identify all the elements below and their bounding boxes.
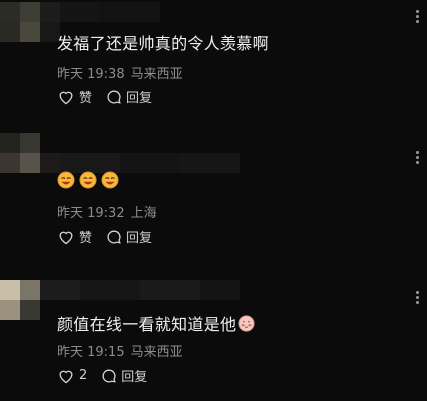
comment-bubble-icon [107,90,121,104]
comment-text [57,171,123,189]
reply-button[interactable]: 回复 [106,227,152,246]
reply-label: 回复 [126,91,153,106]
comment-item: 发福了还是帅真的令人羡慕啊 昨天 19:38 马来西亚 赞 回复 [0,0,427,135]
comment-text: 发福了还是帅真的令人羡慕啊 [57,34,269,53]
reply-label: 回复 [126,231,153,246]
heart-outline-icon [59,91,73,104]
laughing-face-emoji [101,171,119,189]
comment-time: 昨天 19:38 [57,67,125,82]
comment-item: 颜值在线一看就知道是他 昨天 19:15 马来西亚 2 回复 [0,266,427,401]
like-button[interactable]: 赞 [57,87,92,106]
comment-location: 马来西亚 [130,67,183,82]
like-button[interactable]: 赞 [57,227,92,246]
comment-bubble-icon [102,369,116,383]
comment-location: 马来西亚 [130,345,183,360]
comment-actions: 2 回复 [57,366,147,385]
comment-item: 昨天 19:32 上海 赞 回复 [0,131,427,266]
like-count: 2 [79,368,88,383]
comment-list: 发福了还是帅真的令人羡慕啊 昨天 19:38 马来西亚 赞 回复 昨天 19:3… [0,0,427,401]
comment-actions: 赞 回复 [57,227,152,246]
laughing-face-emoji [57,171,75,189]
comment-text: 颜值在线一看就知道是他 [57,311,255,335]
reply-button[interactable]: 回复 [106,87,152,106]
laughing-face-emoji [79,171,97,189]
comment-time: 昨天 19:32 [57,206,125,221]
comment-actions: 赞 回复 [57,87,152,106]
comment-meta: 昨天 19:15 马来西亚 [57,341,183,360]
comment-meta: 昨天 19:38 马来西亚 [57,63,183,82]
comment-time: 昨天 19:15 [57,345,125,360]
reply-label: 回复 [121,370,148,385]
comment-bubble-icon [107,230,121,244]
avatar-blurred[interactable] [0,133,427,173]
heart-outline-icon [59,370,73,383]
like-label: 赞 [79,231,93,246]
more-dots-icon[interactable] [416,291,419,304]
shy-face-emoji [238,314,255,332]
like-label: 赞 [79,91,93,106]
reply-button[interactable]: 回复 [101,366,147,385]
more-dots-icon[interactable] [416,151,419,164]
comment-location: 上海 [130,206,157,221]
more-dots-icon[interactable] [416,10,419,23]
heart-outline-icon [59,231,73,244]
comment-meta: 昨天 19:32 上海 [57,202,157,221]
like-button[interactable]: 2 [57,368,87,384]
